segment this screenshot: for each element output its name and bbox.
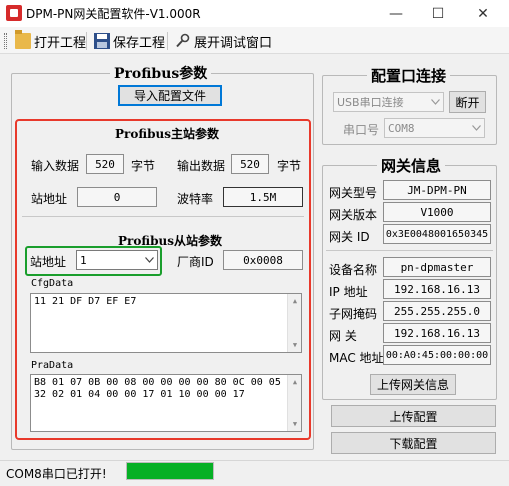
gateway-version-label: 网关版本 [329, 208, 378, 222]
debug-window-button[interactable]: 展开调试窗口 [172, 31, 275, 51]
pradata-label: PraData [31, 360, 74, 371]
save-icon [94, 33, 110, 49]
ip-address-field: 192.168.16.13 [383, 279, 491, 299]
minimize-button[interactable]: — [373, 0, 419, 27]
scroll-down-icon[interactable]: ▼ [288, 417, 301, 431]
toolbar-separator [86, 32, 87, 50]
section-divider [22, 216, 304, 217]
pradata-textarea[interactable]: B8 01 07 0B 00 08 00 00 00 00 80 0C 00 0… [30, 374, 302, 432]
output-data-unit: 字节 [277, 159, 302, 173]
debug-tools-icon [175, 33, 191, 49]
cfgdata-text: 11 21 DF D7 EF E7 [34, 296, 137, 307]
input-data-field: 520 [86, 154, 124, 174]
progress-fill [127, 463, 213, 479]
input-data-unit: 字节 [131, 159, 156, 173]
device-name-label: 设备名称 [329, 263, 378, 277]
progress-bar [126, 462, 214, 480]
open-project-button[interactable]: 打开工程 [12, 30, 89, 51]
gateway-address-label: 网 关 [329, 329, 357, 343]
mac-address-label: MAC 地址 [329, 351, 384, 365]
import-config-button[interactable]: 导入配置文件 [118, 85, 222, 106]
master-params-title: Profibus主站参数 [115, 127, 219, 141]
scroll-up-icon[interactable]: ▲ [288, 375, 301, 389]
upload-config-button[interactable]: 上传配置 [331, 405, 496, 427]
scroll-down-icon[interactable]: ▼ [288, 338, 301, 352]
debug-window-label: 展开调试窗口 [194, 35, 273, 51]
slave-address-select[interactable]: 1 [76, 250, 158, 270]
chevron-down-icon [468, 119, 484, 137]
ip-address-label: IP 地址 [329, 285, 368, 299]
chevron-down-icon [141, 251, 157, 269]
baud-rate-label: 波特率 [177, 192, 214, 206]
master-address-field: 0 [77, 187, 157, 207]
open-project-label: 打开工程 [34, 35, 87, 51]
save-project-button[interactable]: 保存工程 [91, 31, 168, 51]
chevron-down-icon [427, 93, 443, 111]
disconnect-button[interactable]: 断开 [449, 91, 486, 113]
config-port-title: 配置口连接 [367, 65, 451, 86]
gateway-id-field: 0x3E0048001650345 [383, 224, 491, 244]
status-text: COM8串口已打开! [6, 467, 107, 481]
input-data-label: 输入数据 [31, 159, 80, 173]
slave-address-label: 站地址 [30, 255, 67, 269]
pradata-line-1: B8 01 07 0B 00 08 00 00 00 00 80 0C 00 0… [34, 377, 281, 388]
maximize-button[interactable]: ☐ [415, 0, 461, 27]
port-type-select[interactable]: USB串口连接 [333, 92, 444, 112]
gateway-divider [326, 250, 493, 251]
toolbar-grip[interactable] [4, 33, 7, 49]
gateway-id-label: 网关 ID [329, 230, 370, 244]
port-type-value: USB串口连接 [337, 96, 404, 109]
serial-port-select[interactable]: COM8 [384, 118, 485, 138]
gateway-model-label: 网关型号 [329, 186, 378, 200]
save-project-label: 保存工程 [113, 35, 166, 51]
toolbar-separator [167, 32, 168, 50]
slave-address-value: 1 [80, 253, 87, 267]
mac-address-field: 00:A0:45:00:00:00 [383, 345, 491, 365]
app-icon [6, 5, 22, 21]
scroll-up-icon[interactable]: ▲ [288, 294, 301, 308]
download-config-button[interactable]: 下载配置 [331, 432, 496, 454]
gateway-model-field: JM-DPM-PN [383, 180, 491, 200]
close-button[interactable]: ✕ [460, 0, 506, 27]
subnet-mask-label: 子网掩码 [329, 307, 378, 321]
output-data-label: 输出数据 [177, 159, 226, 173]
gateway-address-field: 192.168.16.13 [383, 323, 491, 343]
upload-gateway-info-button[interactable]: 上传网关信息 [370, 374, 456, 395]
cfgdata-label: CfgData [31, 278, 74, 289]
output-data-field: 520 [231, 154, 269, 174]
gateway-info-title: 网关信息 [377, 155, 446, 176]
cfgdata-scrollbar[interactable]: ▲ ▼ [287, 294, 301, 352]
vendor-id-label: 厂商ID [177, 255, 214, 269]
folder-open-icon [15, 30, 31, 49]
serial-port-value: COM8 [388, 121, 415, 135]
window-title: DPM-PN网关配置软件-V1.000R [26, 7, 201, 21]
baud-rate-field: 1.5M [223, 187, 303, 207]
pradata-scrollbar[interactable]: ▲ ▼ [287, 375, 301, 431]
profibus-group-title: Profibus参数 [110, 63, 212, 83]
gateway-version-field: V1000 [383, 202, 491, 222]
pradata-line-2: 32 02 01 04 00 00 17 01 10 00 00 17 [34, 389, 245, 400]
subnet-mask-field: 255.255.255.0 [383, 301, 491, 321]
vendor-id-field: 0x0008 [223, 250, 303, 270]
device-name-field: pn-dpmaster [383, 257, 491, 277]
serial-port-label: 串口号 [343, 123, 380, 137]
cfgdata-textarea[interactable]: 11 21 DF D7 EF E7 ▲ ▼ [30, 293, 302, 353]
master-address-label: 站地址 [31, 192, 68, 206]
